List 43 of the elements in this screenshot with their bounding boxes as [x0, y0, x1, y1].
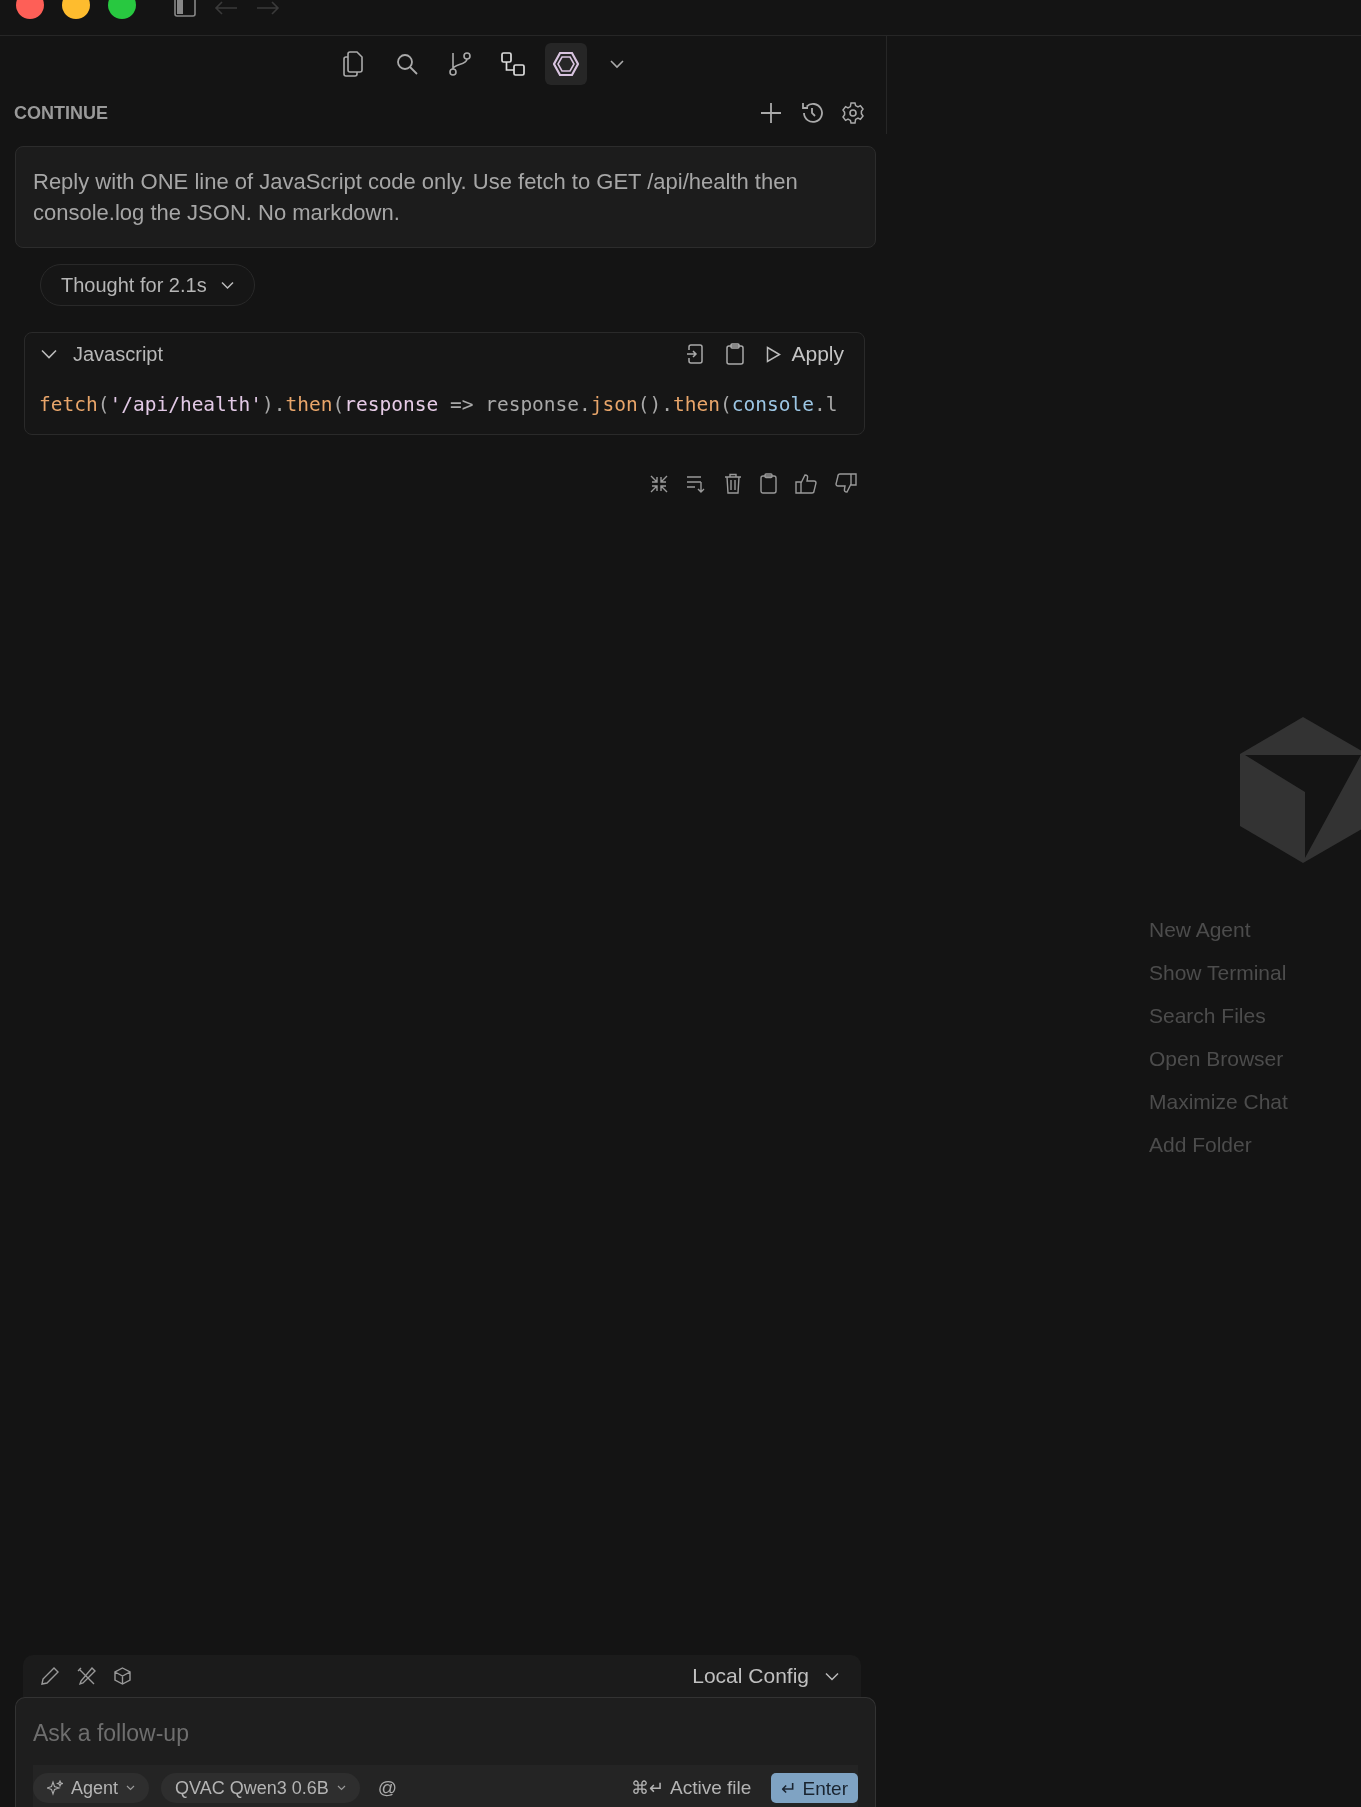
chevron-down-icon — [336, 1785, 346, 1791]
collapse-arrows-icon[interactable] — [650, 474, 668, 493]
chevron-down-icon[interactable] — [609, 59, 624, 69]
tools-icon[interactable] — [77, 1666, 96, 1686]
follow-up-input[interactable]: Ask a follow-up — [15, 1697, 876, 1765]
thumbs-up-icon[interactable] — [795, 473, 817, 494]
cube-icon[interactable] — [114, 1667, 131, 1685]
thought-toggle[interactable]: Thought for 2.1s — [40, 264, 255, 306]
mention-button[interactable]: @ — [371, 1776, 404, 1800]
enter-button[interactable]: ↵ Enter — [771, 1773, 858, 1803]
chevron-down-icon — [220, 280, 234, 290]
sparkles-icon — [47, 1780, 63, 1796]
list-arrow-down-icon[interactable] — [686, 473, 706, 494]
config-dropdown[interactable]: Local Config — [686, 1663, 845, 1689]
play-icon — [766, 345, 782, 363]
hexagon-logo-icon — [552, 51, 579, 77]
git-branch-icon — [448, 52, 471, 76]
clipboard-icon[interactable] — [760, 473, 777, 494]
shortcut-keys: ⌘↵ — [631, 1777, 664, 1799]
sidebar-toggle-icon[interactable] — [174, 0, 196, 17]
plus-icon[interactable] — [760, 102, 782, 124]
pencil-icon[interactable] — [41, 1667, 59, 1685]
trash-icon[interactable] — [724, 473, 742, 494]
code-line: fetch('/api/health').then(response => response.json().then(console.l — [38, 392, 839, 418]
panel-title: CONTINUE — [14, 102, 108, 124]
settings-icon[interactable] — [842, 102, 864, 124]
chevron-down-icon[interactable] — [41, 349, 57, 359]
thumbs-down-icon[interactable] — [835, 473, 857, 494]
user-message: Reply with ONE line of JavaScript code only. Use fetch to GET /api/health then console.log the JSON. No markdown. — [15, 146, 876, 248]
chevron-down-icon — [126, 1785, 136, 1791]
clipboard-icon[interactable] — [726, 343, 745, 365]
insert-icon[interactable] — [686, 344, 705, 364]
search-icon — [395, 53, 418, 75]
connected-squares-icon — [500, 52, 525, 76]
view-tab[interactable] — [544, 43, 587, 85]
shortcut-label: Active file — [670, 1777, 752, 1799]
chevron-down-icon — [825, 1671, 839, 1681]
documents-icon — [342, 51, 365, 77]
apply-button[interactable]: Apply — [766, 342, 844, 366]
mode-dropdown[interactable]: Agent — [33, 1773, 150, 1803]
code-language-label: Javascript — [73, 342, 164, 366]
history-icon[interactable] — [800, 101, 824, 125]
model-dropdown[interactable]: QVAC Qwen3 0.6B — [161, 1773, 360, 1803]
